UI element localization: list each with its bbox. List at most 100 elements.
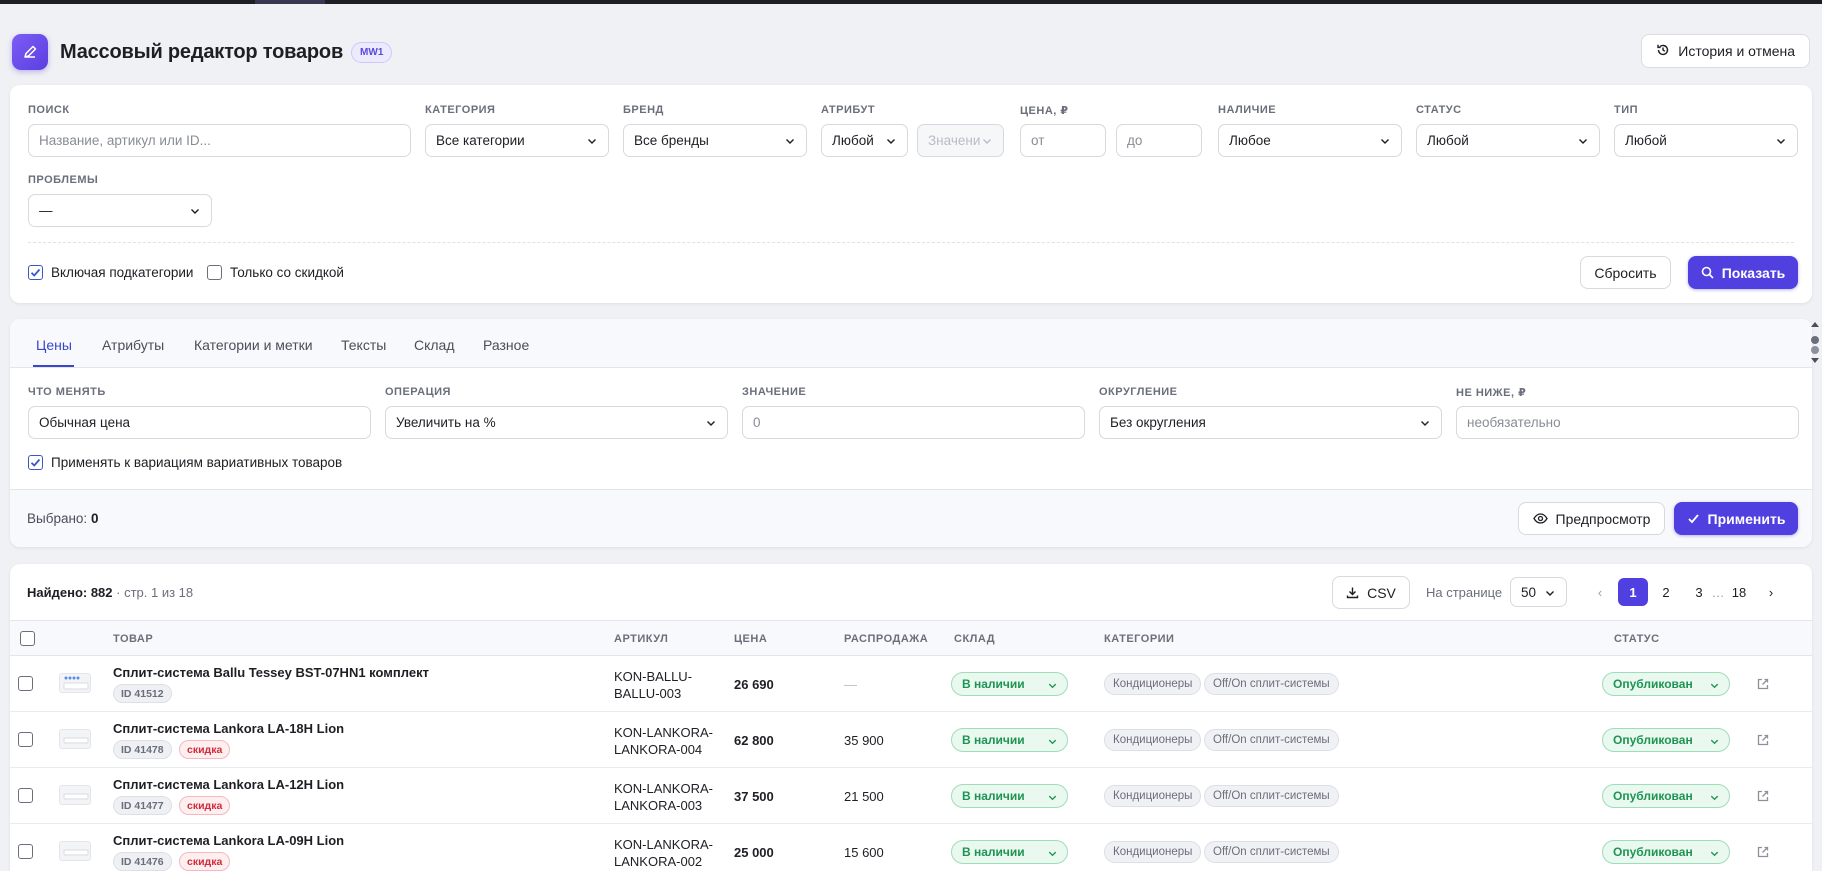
category-chip: Off/On сплит-системы [1204,841,1339,863]
select-all-checkbox[interactable] [20,631,35,646]
publish-status-select[interactable]: Опубликован [1602,840,1730,864]
external-link-icon[interactable] [1756,789,1770,803]
product-name[interactable]: Сплит-система Lankora LA-09H Lion [113,833,344,848]
publish-status-value: Опубликован [1613,733,1693,747]
stock-status-select[interactable]: В наличии [951,728,1068,752]
apply-to-variations-label: Применять к вариациям вариативных товаро… [51,455,343,470]
publish-status-select[interactable]: Опубликован [1602,728,1730,752]
only-discount-checkbox[interactable] [207,265,222,280]
chevron-down-icon [1777,139,1785,144]
product-sku: KON-LANKORA- LANKORA-002 [614,836,713,870]
status-select[interactable]: Любой [1416,124,1600,157]
history-button[interactable]: История и отмена [1641,34,1810,68]
product-name[interactable]: Сплит-система Ballu Tessey BST-07HN1 ком… [113,665,429,680]
chevron-down-icon [1048,739,1057,745]
col-product[interactable]: ТОВАР [113,633,153,645]
stock-status-select[interactable]: В наличии [951,784,1068,808]
product-name[interactable]: Сплит-система Lankora LA-12H Lion [113,777,344,792]
tab-prices[interactable]: Цены [36,337,72,353]
stock-status-select[interactable]: В наличии [951,672,1068,696]
publish-status-select[interactable]: Опубликован [1602,672,1730,696]
problems-select[interactable]: — [28,194,212,227]
stock-status-value: В наличии [962,677,1025,691]
category-chip: Off/On сплит-системы [1204,673,1339,695]
brand-select[interactable]: Все бренды [623,124,807,157]
type-select[interactable]: Любой [1614,124,1798,157]
row-checkbox[interactable] [18,676,33,691]
operation-value: Увеличить на % [396,415,496,430]
reset-button[interactable]: Сбросить [1580,256,1671,289]
apply-to-variations-option[interactable]: Применять к вариациям вариативных товаро… [28,455,342,470]
col-sale[interactable]: РАСПРОДАЖА [844,633,928,645]
product-name[interactable]: Сплит-система Lankora LA-18H Lion [113,721,344,736]
per-page-select[interactable]: 50 [1510,577,1567,607]
product-sale-price: 21 500 [844,789,884,804]
page-2-button[interactable]: 2 [1651,578,1681,606]
problems-value: — [39,203,53,218]
page-18-button[interactable]: 18 [1724,578,1754,606]
edit-tabs: Цены Атрибуты Категории и метки Тексты С… [10,319,1812,368]
table-header: ТОВАР АРТИКУЛ ЦЕНА РАСПРОДАЖА СКЛАД КАТЕ… [10,620,1812,656]
tab-texts[interactable]: Тексты [341,337,386,353]
include-subcategories-checkbox[interactable] [28,265,43,280]
apply-button[interactable]: Применить [1674,502,1798,535]
operation-select[interactable]: Увеличить на % [385,406,728,439]
tab-attributes[interactable]: Атрибуты [102,337,164,353]
product-price: 37 500 [734,789,774,804]
external-link-icon[interactable] [1756,845,1770,859]
reset-button-label: Сбросить [1594,264,1657,281]
col-stock[interactable]: СКЛАД [954,633,995,645]
check-icon [30,458,41,467]
row-checkbox[interactable] [18,788,33,803]
bulk-edit-panel: Цены Атрибуты Категории и метки Тексты С… [10,319,1812,547]
discount-badge: скидка [179,796,231,815]
row-checkbox[interactable] [18,844,33,859]
brand-label: БРЕНД [623,104,664,116]
amount-input[interactable]: 0 [742,406,1085,439]
show-button[interactable]: Показать [1688,256,1798,289]
min-price-input[interactable]: необязательно [1456,406,1799,439]
stock-status-select[interactable]: В наличии [951,840,1068,864]
row-checkbox[interactable] [18,732,33,747]
external-link-icon[interactable] [1756,677,1770,691]
price-from-input[interactable]: от [1020,124,1106,157]
next-page-button[interactable]: › [1756,578,1786,606]
external-link-icon[interactable] [1756,733,1770,747]
csv-export-button[interactable]: CSV [1332,576,1410,609]
rounding-select[interactable]: Без округления [1099,406,1442,439]
table-row[interactable]: Сплит-система Lankora LA-09H Lion ID 414… [10,824,1812,871]
stock-status-value: В наличии [962,845,1025,859]
category-select[interactable]: Все категории [425,124,609,157]
tab-stock[interactable]: Склад [414,337,455,353]
chevron-down-icon [1048,795,1057,801]
prev-page-button[interactable]: ‹ [1585,578,1615,606]
attribute-select[interactable]: Любой [821,124,908,157]
table-row[interactable]: Сплит-система Ballu Tessey BST-07HN1 ком… [10,656,1812,712]
product-sku-line: LANKORA-002 [614,854,703,869]
availability-select[interactable]: Любое [1218,124,1402,157]
scrollbar[interactable] [1810,320,1820,365]
col-status[interactable]: СТАТУС [1614,633,1660,645]
product-sku-line: KON-LANKORA- [614,725,713,740]
page-1-button[interactable]: 1 [1618,578,1648,606]
search-icon [1701,266,1714,279]
price-to-input[interactable]: до [1116,124,1202,157]
search-input[interactable]: Название, артикул или ID... [28,124,411,157]
preview-button[interactable]: Предпросмотр [1518,502,1665,535]
publish-status-select[interactable]: Опубликован [1602,784,1730,808]
product-sku-line: KON-LANKORA- [614,781,713,796]
table-row[interactable]: Сплит-система Lankora LA-12H Lion ID 414… [10,768,1812,824]
col-sku[interactable]: АРТИКУЛ [614,633,668,645]
include-subcategories-option[interactable]: Включая подкатегории [28,265,193,280]
tab-misc[interactable]: Разное [483,337,529,353]
type-value: Любой [1625,133,1667,148]
col-price[interactable]: ЦЕНА [734,633,767,645]
category-chip: Кондиционеры [1104,729,1202,751]
only-discount-option[interactable]: Только со скидкой [207,265,344,280]
tab-categories-tags[interactable]: Категории и метки [194,337,313,353]
product-sku-line: KON-BALLU- [614,669,693,684]
what-to-change-select[interactable]: Обычная цена [28,406,371,439]
apply-to-variations-checkbox[interactable] [28,455,43,470]
table-row[interactable]: Сплит-система Lankora LA-18H Lion ID 414… [10,712,1812,768]
product-id-badge: ID 41476 [113,852,172,871]
